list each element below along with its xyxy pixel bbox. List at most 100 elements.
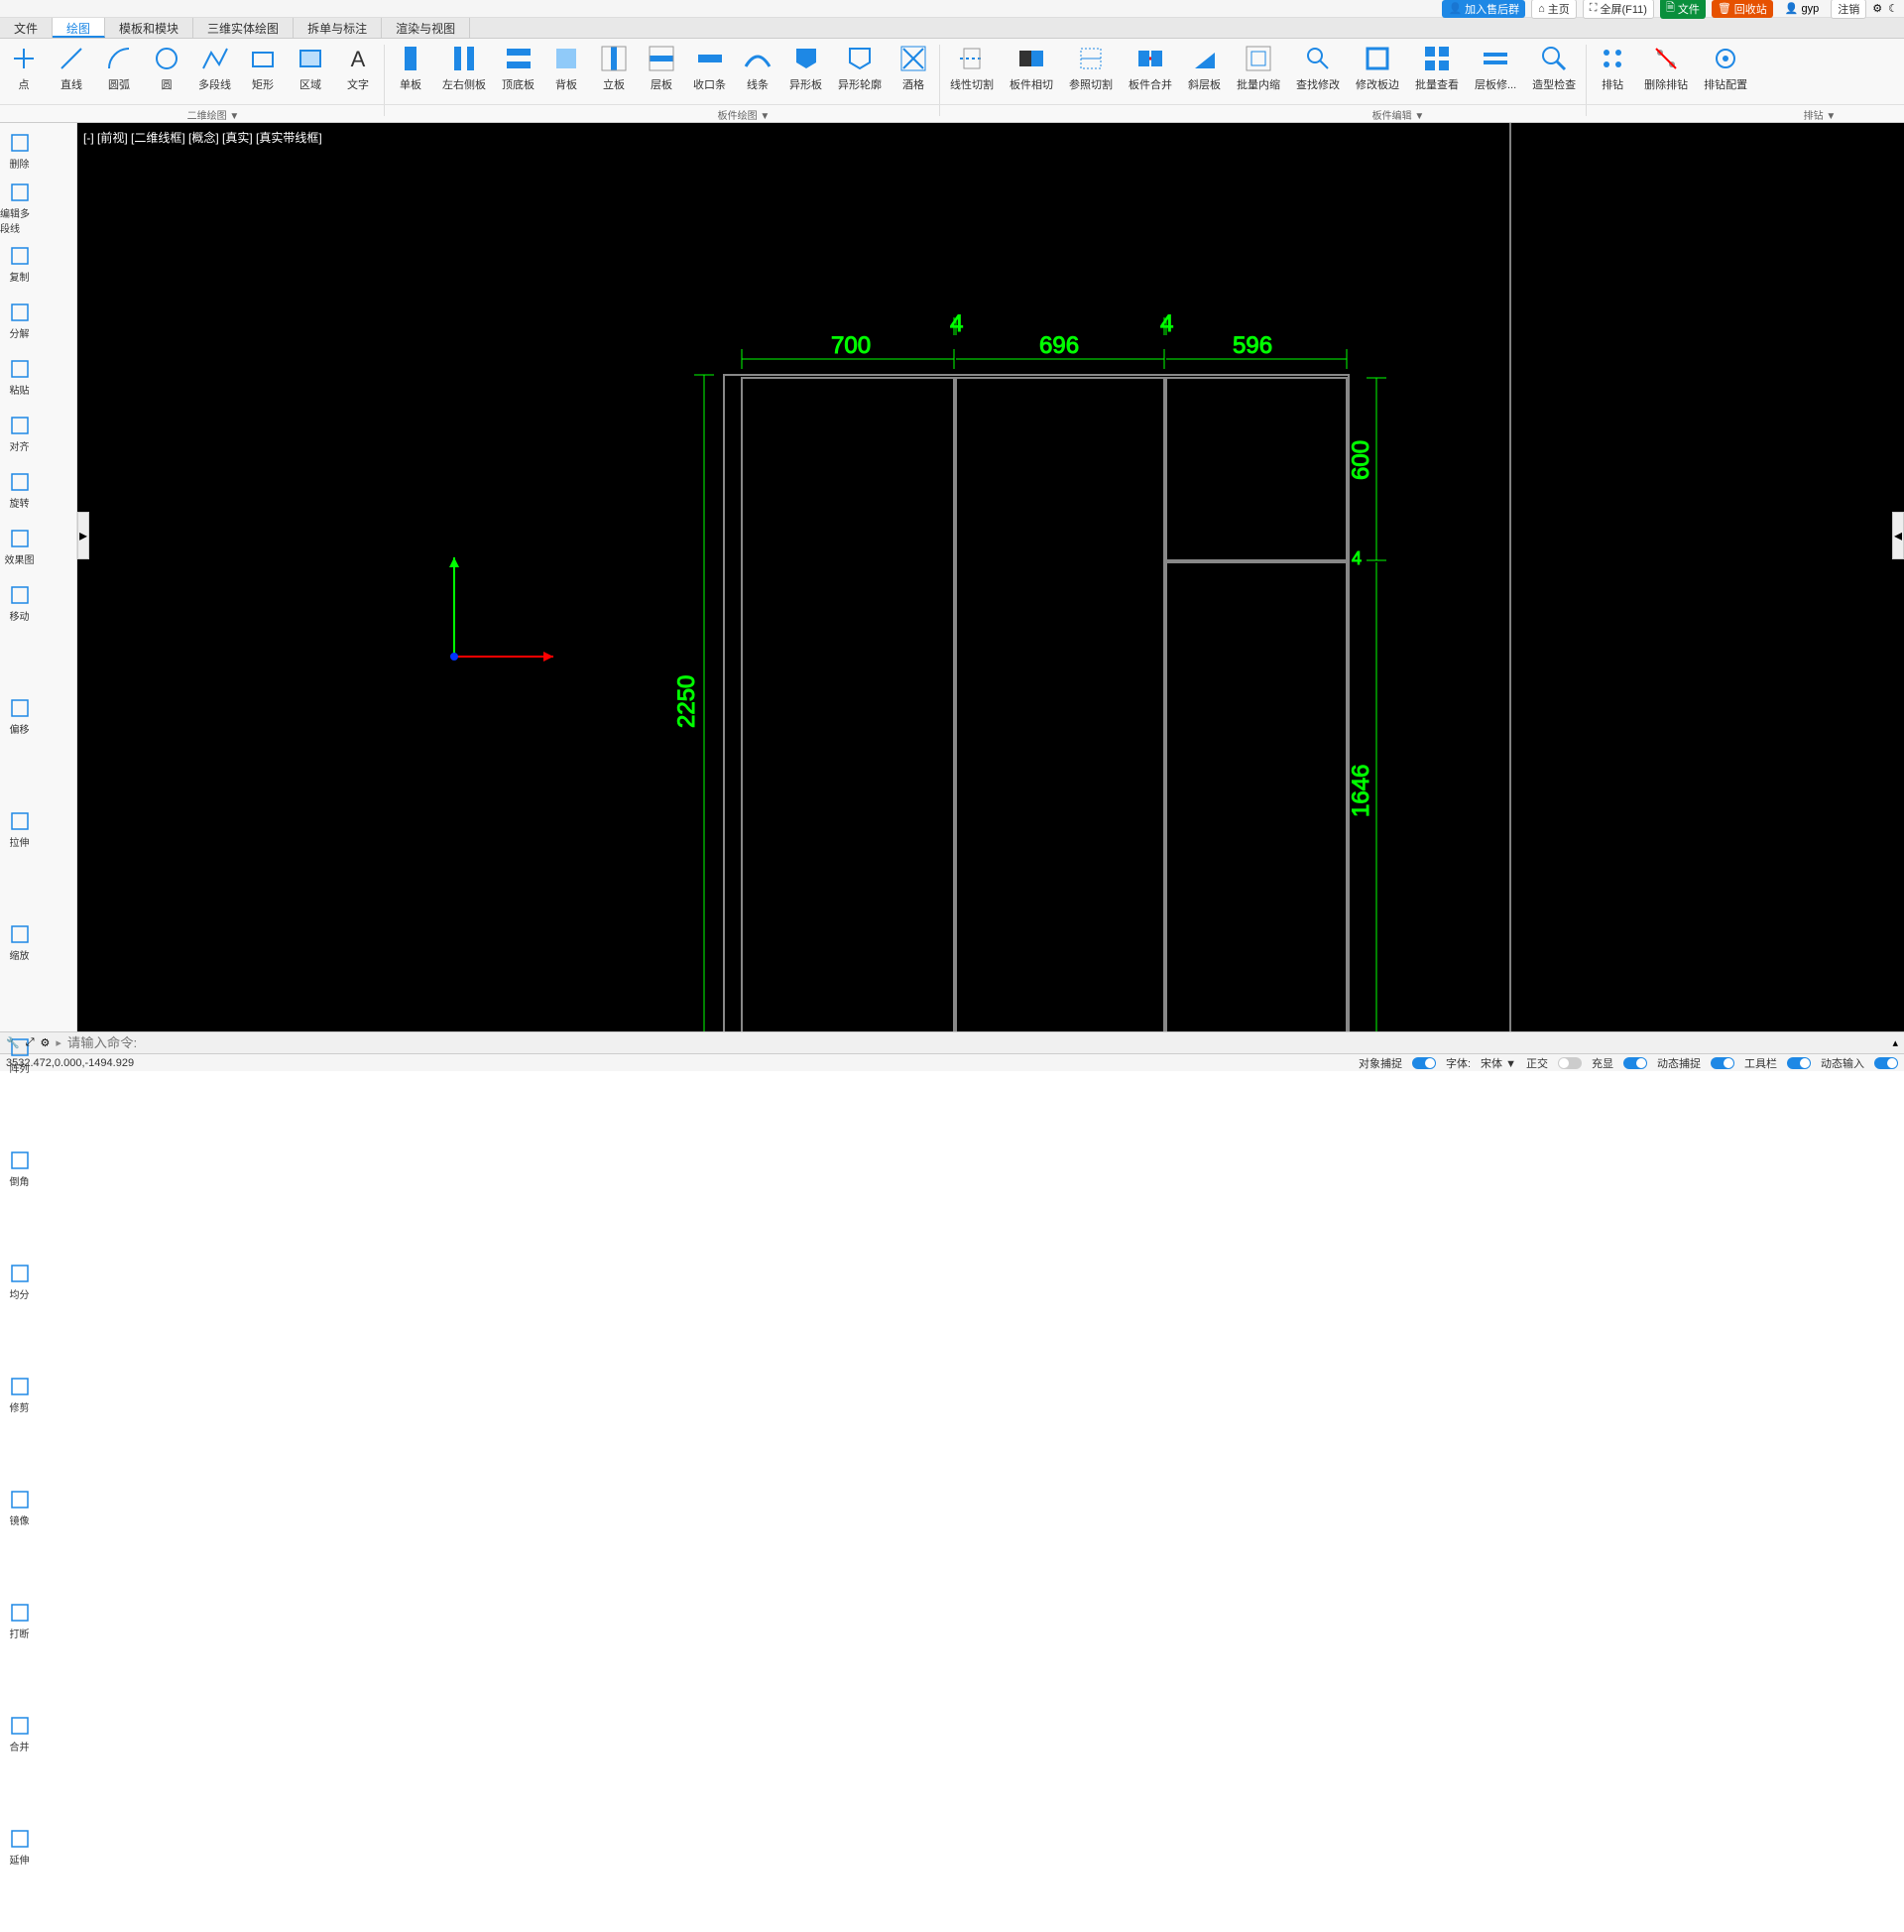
font-select[interactable]: 宋体 ▼	[1481, 1055, 1516, 1071]
layer-icon	[1480, 43, 1511, 74]
file-icon: 🗎	[1666, 0, 1675, 18]
menu-tab-0[interactable]: 文件	[0, 18, 53, 38]
ribbon-group-drill[interactable]: 排钻 ▼	[1735, 104, 1904, 122]
status-bar: 3532.472,0.000,-1494.929 对象捕捉 字体:宋体 ▼ 正交…	[0, 1053, 1904, 1071]
toolbar-toggle[interactable]	[1787, 1057, 1811, 1069]
tool-合并[interactable]: 合并	[0, 1706, 39, 1762]
tool-偏移[interactable]: 偏移	[0, 688, 39, 745]
expand-left-handle[interactable]: ▸	[77, 512, 89, 559]
tool-对齐[interactable]: 对齐	[0, 406, 39, 462]
main-area: 删除编辑多段线复制分解粘贴对齐旋转效果图移动偏移拉伸缩放阵列倒角均分修剪镜像打断…	[0, 123, 1904, 1031]
fullscreen-button[interactable]: ⛶全屏(F11)	[1583, 0, 1654, 19]
text-icon: A	[342, 43, 374, 74]
tool-拉伸[interactable]: 拉伸	[0, 801, 39, 858]
tool-打断[interactable]: 打断	[0, 1593, 39, 1649]
ribbon-group-edit[interactable]: 板件编辑 ▼	[1061, 104, 1735, 122]
avatar-icon: 👤	[1785, 2, 1799, 15]
molding-icon	[742, 43, 774, 74]
wrench-icon[interactable]: 🔧	[6, 1036, 20, 1049]
drillcfg-icon	[1710, 43, 1741, 74]
user-icon: 👤	[1448, 2, 1462, 15]
gear-icon[interactable]: ⚙	[1872, 2, 1882, 15]
menu-tab-3[interactable]: 三维实体绘图	[193, 18, 294, 38]
ribbon: 点直线圆弧圆多段线矩形区域A文字单板左右侧板顶底板背板立板层板收口条线条异形板异…	[0, 39, 1904, 123]
tool-效果图[interactable]: 效果图	[0, 519, 39, 575]
tool-icon	[9, 1149, 31, 1171]
back-icon	[550, 43, 582, 74]
tool-编辑多段线[interactable]: 编辑多段线	[0, 180, 39, 236]
polyline-icon	[199, 43, 231, 74]
tbpanel-icon	[503, 43, 535, 74]
tool-缩放[interactable]: 缩放	[0, 914, 39, 971]
snap-toggle[interactable]	[1412, 1057, 1436, 1069]
dynsnap-label: 动态捕捉	[1657, 1055, 1701, 1071]
logout-button[interactable]: 注销	[1831, 0, 1866, 19]
fullscreen-icon: ⛶	[1590, 2, 1598, 15]
full-label: 充显	[1592, 1055, 1613, 1071]
tool-icon	[9, 302, 31, 323]
strip-icon	[694, 43, 726, 74]
expand-icon[interactable]: ⤢	[26, 1036, 35, 1049]
full-toggle[interactable]	[1623, 1057, 1647, 1069]
drawing-canvas[interactable]: [-] [前视] [二维线框] [概念] [真实] [真实带线框]	[77, 123, 1904, 1031]
home-button[interactable]: ⌂主页	[1531, 0, 1577, 19]
toolbar-label: 工具栏	[1744, 1055, 1777, 1071]
ucs-icon	[449, 557, 553, 662]
command-input[interactable]	[67, 1035, 424, 1050]
ribbon-groups: 二维绘图 ▼ 板件绘图 ▼ 板件编辑 ▼ 排钻 ▼	[0, 104, 1904, 122]
tool-icon	[9, 697, 31, 719]
join-group-button[interactable]: 👤加入售后群	[1442, 0, 1525, 18]
edge-icon	[1362, 43, 1393, 74]
files-button[interactable]: 🗎文件	[1660, 0, 1706, 19]
tool-均分[interactable]: 均分	[0, 1254, 39, 1310]
command-bar: 🔧 ⤢ ⚙ ▸ ▴	[0, 1031, 1904, 1053]
tangent-icon	[1015, 43, 1047, 74]
menu-tab-2[interactable]: 模板和模块	[105, 18, 193, 38]
tool-旋转[interactable]: 旋转	[0, 462, 39, 519]
tool-移动[interactable]: 移动	[0, 575, 39, 632]
inset-icon	[1243, 43, 1274, 74]
svg-text:700: 700	[831, 332, 871, 359]
menu-tab-4[interactable]: 拆单与标注	[294, 18, 382, 38]
hpanel-icon	[646, 43, 677, 74]
user-menu[interactable]: 👤gyp	[1779, 1, 1825, 16]
command-history-toggle[interactable]: ▴	[1892, 1036, 1898, 1049]
tool-icon	[9, 132, 31, 154]
dyninput-toggle[interactable]	[1874, 1057, 1898, 1069]
tool-icon	[9, 181, 31, 203]
menu-tab-1[interactable]: 绘图	[53, 18, 105, 38]
recycle-button[interactable]: 🗑回收站	[1712, 0, 1773, 18]
shape-icon	[790, 43, 822, 74]
tool-复制[interactable]: 复制	[0, 236, 39, 293]
tool-倒角[interactable]: 倒角	[0, 1141, 39, 1197]
deldrill-icon	[1650, 43, 1682, 74]
menu-tab-5[interactable]: 渲染与视图	[382, 18, 470, 38]
view-mode-label[interactable]: [-] [前视] [二维线框] [概念] [真实] [真实带线框]	[83, 129, 322, 146]
tool-修剪[interactable]: 修剪	[0, 1367, 39, 1423]
svg-text:4: 4	[950, 310, 963, 337]
ortho-toggle[interactable]	[1558, 1057, 1582, 1069]
ribbon-group-panel[interactable]: 板件绘图 ▼	[426, 104, 1061, 122]
findrep-icon	[1302, 43, 1334, 74]
ribbon-group-2d[interactable]: 二维绘图 ▼	[0, 104, 426, 122]
rect-icon	[247, 43, 279, 74]
svg-text:696: 696	[1039, 332, 1079, 359]
outline-icon	[844, 43, 876, 74]
tool-删除[interactable]: 删除	[0, 123, 39, 180]
drill-icon	[1597, 43, 1628, 74]
tool-icon	[9, 1602, 31, 1624]
slope-icon	[1189, 43, 1221, 74]
tool-icon	[9, 528, 31, 549]
dynsnap-toggle[interactable]	[1711, 1057, 1734, 1069]
expand-right-handle[interactable]: ◂	[1892, 512, 1904, 559]
tool-镜像[interactable]: 镜像	[0, 1480, 39, 1536]
dyninput-label: 动态输入	[1821, 1055, 1864, 1071]
check-icon	[1538, 43, 1570, 74]
tool-icon	[9, 471, 31, 493]
tool-延伸[interactable]: 延伸	[0, 1819, 39, 1875]
moon-icon[interactable]: ☾	[1888, 2, 1898, 15]
settings-icon[interactable]: ⚙	[41, 1036, 51, 1049]
font-label: 字体:	[1446, 1055, 1471, 1071]
tool-分解[interactable]: 分解	[0, 293, 39, 349]
tool-粘贴[interactable]: 粘贴	[0, 349, 39, 406]
